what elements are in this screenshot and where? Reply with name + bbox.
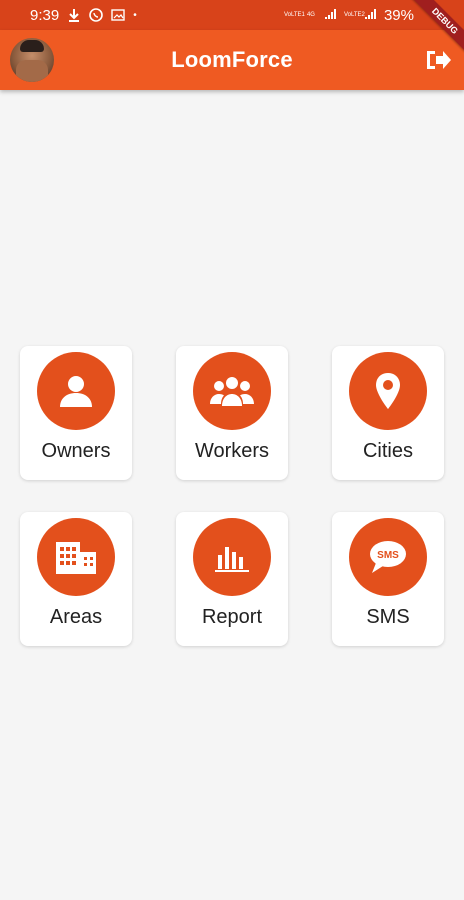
tile-sms[interactable]: SMS SMS — [332, 512, 444, 646]
buildings-icon — [56, 542, 96, 574]
dot-icon: • — [133, 9, 137, 21]
avatar[interactable] — [10, 38, 54, 82]
avatar-hair — [20, 40, 44, 52]
download-icon — [67, 8, 81, 22]
menu-grid: Owners Workers Cities Areas Report SMS S… — [20, 346, 446, 646]
logout-button[interactable] — [424, 46, 452, 74]
tile-workers-circle — [193, 352, 271, 430]
signal-icon-2 — [364, 7, 378, 24]
network-label-3: VoLTE2 — [343, 12, 365, 18]
location-pin-icon — [376, 373, 400, 409]
avatar-body — [16, 60, 48, 82]
tile-label: SMS — [366, 606, 410, 628]
tile-label: Workers — [194, 440, 270, 462]
bar-chart-icon — [215, 547, 249, 572]
whatsapp-icon — [89, 8, 104, 22]
app-title: LoomForce — [171, 47, 293, 72]
tile-label: Owners — [41, 440, 111, 462]
tile-owners-circle — [37, 352, 115, 430]
signal-icon-1 — [324, 7, 338, 24]
network-label-2: 4G — [306, 12, 315, 18]
battery-percent: 39% — [383, 6, 414, 24]
tile-areas[interactable]: Areas — [20, 512, 132, 646]
tile-cities[interactable]: Cities — [332, 346, 444, 480]
app-bar: LoomForce — [0, 30, 464, 90]
tile-sms-circle: SMS — [349, 518, 427, 596]
sms-icon: SMS — [370, 541, 406, 573]
status-time: 9:39 — [30, 6, 60, 24]
network-label-1: VoLTE1 — [283, 12, 305, 18]
svg-text:SMS: SMS — [377, 550, 399, 561]
logout-icon — [427, 51, 451, 69]
person-icon — [60, 376, 92, 407]
gallery-icon — [111, 8, 125, 22]
tile-label: Cities — [362, 440, 413, 462]
tile-label: Areas — [49, 606, 103, 628]
tile-report[interactable]: Report — [176, 512, 288, 646]
tile-workers[interactable]: Workers — [176, 346, 288, 480]
tile-report-circle — [193, 518, 271, 596]
tile-areas-circle — [37, 518, 115, 596]
tile-owners[interactable]: Owners — [20, 346, 132, 480]
tile-label: Report — [201, 606, 263, 628]
status-bar: 9:39 • VoLTE1 4G VoLTE2 39% — [0, 0, 464, 30]
group-icon — [210, 377, 254, 406]
tile-cities-circle — [349, 352, 427, 430]
